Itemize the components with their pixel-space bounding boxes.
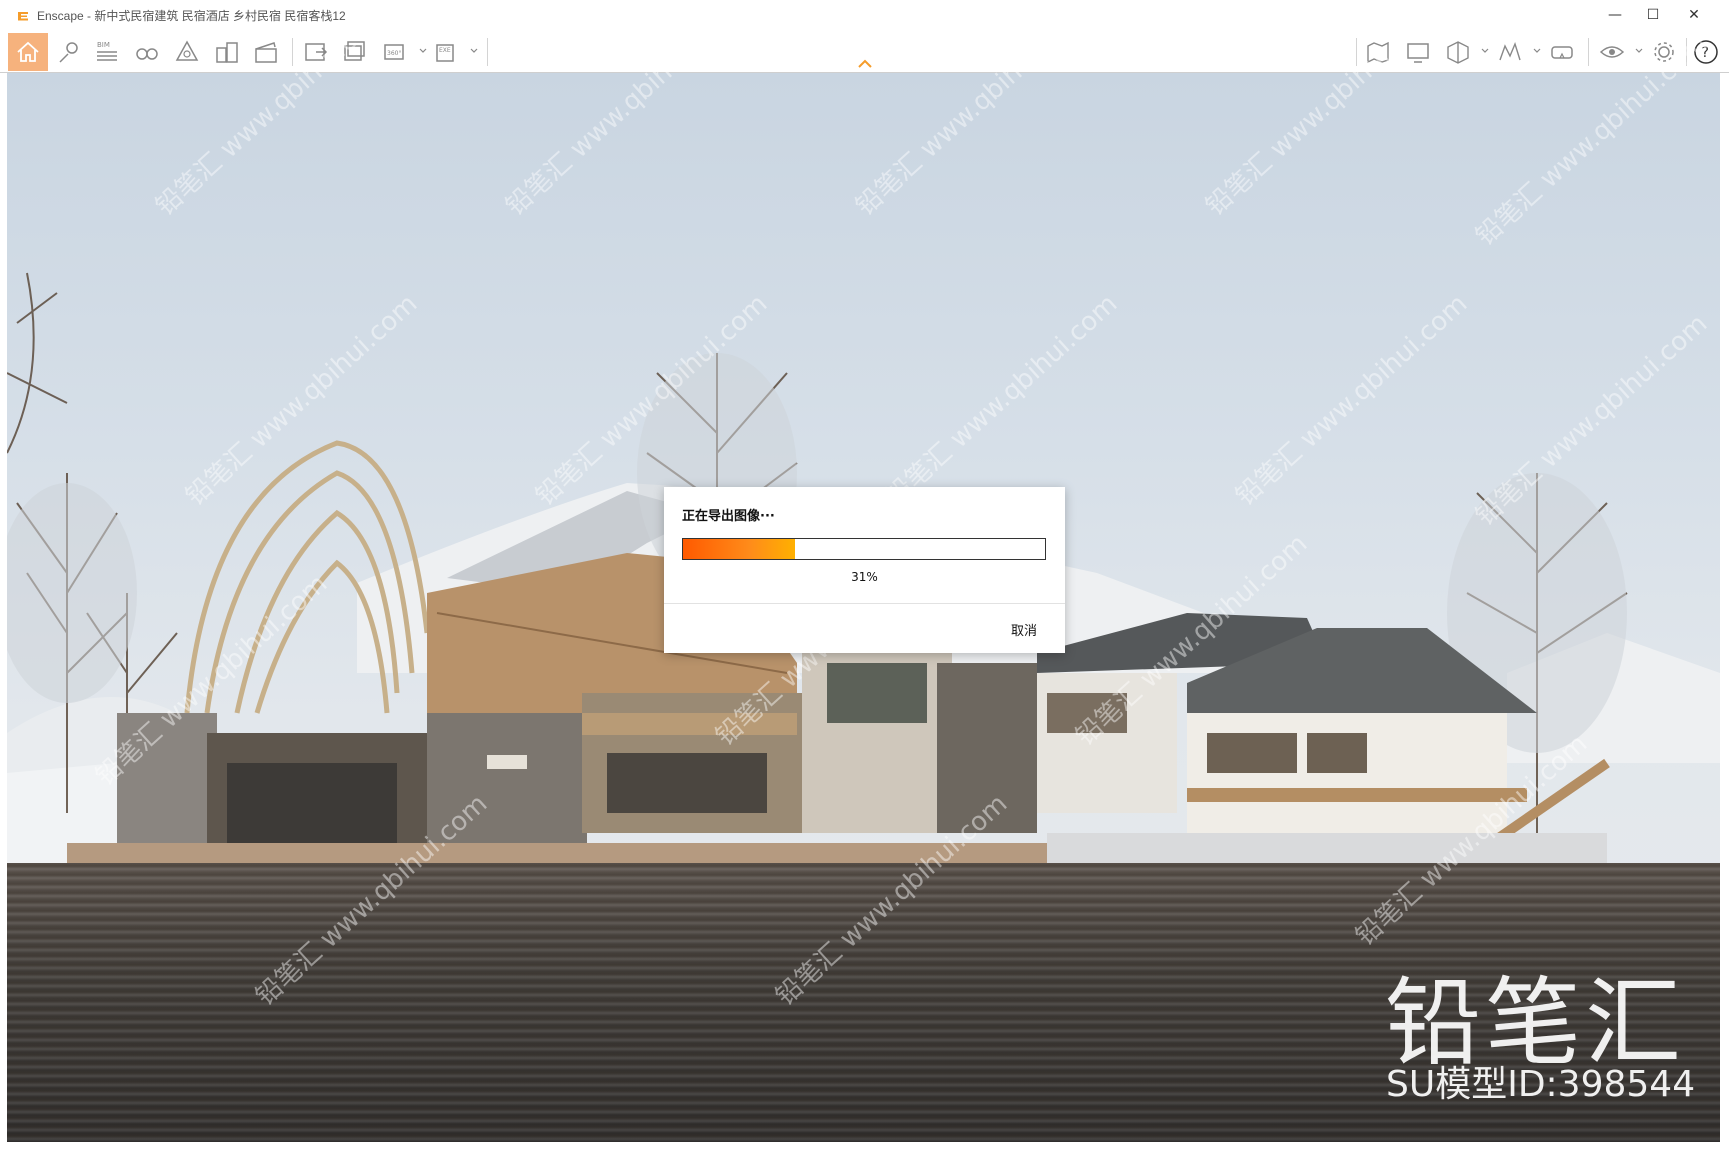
site-context-icon: [175, 40, 199, 61]
binoculars-icon: [136, 48, 158, 60]
bim-info-icon: BIM: [97, 41, 117, 61]
waypoint-button[interactable]: [54, 36, 86, 68]
visual-settings-button[interactable]: [1596, 36, 1628, 68]
panorama-dropdown-chevron-icon[interactable]: [418, 46, 428, 56]
help-icon: ?: [1694, 40, 1718, 64]
screenshot-export-icon: [305, 43, 328, 61]
svg-text:360°: 360°: [387, 50, 401, 57]
visual-settings-icon: [1599, 46, 1625, 58]
toolbar-separator: [1588, 38, 1589, 66]
panorama-360-button[interactable]: 360°: [380, 36, 412, 68]
batch-render-icon: [344, 41, 365, 61]
export-progress-dialog: 正在导出图像··· 31% 取消: [664, 487, 1065, 653]
vr-headset-icon: [1551, 46, 1573, 59]
toolbar-collapse-chevron-icon[interactable]: [855, 54, 875, 68]
help-button[interactable]: ?: [1690, 36, 1722, 68]
enscape-logo-icon: [16, 8, 30, 22]
gear-icon: [1654, 42, 1674, 62]
minimize-button[interactable]: —: [1595, 3, 1635, 27]
section-dropdown-chevron-icon[interactable]: [1480, 46, 1490, 56]
exe-export-button[interactable]: EXE: [432, 36, 464, 68]
landscape-button[interactable]: [1494, 36, 1526, 68]
cancel-button[interactable]: 取消: [1011, 620, 1037, 639]
landscape-icon: [1499, 41, 1521, 61]
video-editor-button[interactable]: [250, 36, 282, 68]
binoculars-button[interactable]: [131, 36, 163, 68]
waypoint-icon: [59, 42, 78, 63]
monitor-icon: [1407, 43, 1429, 63]
bim-info-button[interactable]: BIM: [91, 36, 123, 68]
home-icon: [17, 41, 39, 62]
monitor-button[interactable]: [1402, 36, 1434, 68]
screenshot-export-button[interactable]: [300, 36, 332, 68]
progress-percent: 31%: [851, 570, 878, 584]
panorama-360-icon: 360°: [384, 44, 404, 60]
svg-text:EXE: EXE: [439, 47, 451, 54]
settings-button[interactable]: [1648, 36, 1680, 68]
map-icon: [1367, 41, 1389, 64]
toolbar-separator: [1356, 38, 1357, 66]
section-cube-button[interactable]: [1442, 36, 1474, 68]
buildings-button[interactable]: [211, 36, 243, 68]
watermark-model-id: SU模型ID:398544: [1386, 1064, 1696, 1105]
title-bar: Enscape - 新中式民宿建筑 民宿酒店 乡村民宿 民宿客栈12 — ☐ ✕: [0, 0, 1729, 30]
exe-dropdown-chevron-icon[interactable]: [469, 46, 479, 56]
svg-text:?: ?: [1702, 45, 1709, 61]
svg-text:BIM: BIM: [97, 41, 110, 49]
section-cube-icon: [1447, 41, 1469, 64]
window-title: Enscape - 新中式民宿建筑 民宿酒店 乡村民宿 民宿客栈12: [37, 9, 346, 23]
progress-bar: [682, 538, 1046, 560]
home-button[interactable]: [8, 33, 48, 71]
toolbar-separator: [1686, 38, 1687, 66]
batch-render-button[interactable]: [340, 36, 372, 68]
landscape-dropdown-chevron-icon[interactable]: [1532, 46, 1542, 56]
vr-headset-button[interactable]: [1546, 36, 1578, 68]
site-context-button[interactable]: [171, 36, 203, 68]
dialog-divider: [664, 603, 1065, 604]
exe-export-icon: EXE: [436, 44, 454, 62]
progress-bar-fill: [683, 539, 796, 559]
map-button[interactable]: [1362, 36, 1394, 68]
toolbar-separator: [487, 38, 488, 66]
movie-clapper-icon: [255, 42, 277, 63]
main-toolbar: BIM 360° EXE ?: [0, 30, 1729, 73]
visual-settings-chevron-icon[interactable]: [1634, 46, 1644, 56]
close-button[interactable]: ✕: [1674, 3, 1714, 27]
buildings-icon: [216, 42, 238, 63]
dialog-title: 正在导出图像···: [682, 509, 775, 524]
maximize-button[interactable]: ☐: [1633, 3, 1673, 27]
toolbar-separator: [292, 38, 293, 66]
